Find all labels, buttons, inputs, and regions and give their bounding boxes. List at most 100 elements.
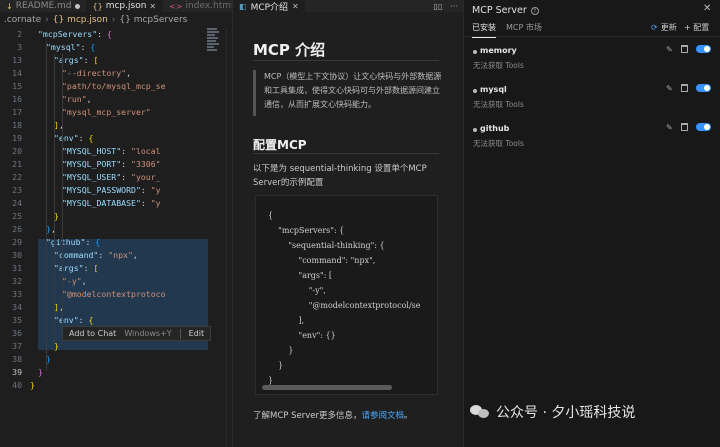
preview-tabbar: ◧ MCP介绍 ✕ ▯▯ ··· [233, 0, 463, 13]
delete-icon[interactable] [681, 84, 688, 92]
line-number: 16 [12, 94, 22, 104]
breadcrumb-item[interactable]: {} mcp.json [53, 15, 108, 25]
close-icon[interactable]: ✕ [703, 3, 711, 14]
close-icon[interactable]: ✕ [292, 2, 299, 11]
tab-mcp-json[interactable]: {} mcp.json ✕ [86, 0, 164, 12]
edit-button[interactable]: Edit [189, 329, 205, 338]
code-block-scrollbar[interactable] [262, 385, 392, 390]
line-number: 40 [12, 380, 22, 390]
code-text: "env": { [54, 133, 94, 143]
refresh-button[interactable]: ⟳ 更新 [651, 22, 677, 33]
edit-icon[interactable]: ✎ [666, 84, 673, 93]
code-text: "mysql_mcp_server" [62, 107, 151, 117]
code-text: "MYSQL_DATABASE": "y [62, 198, 161, 208]
code-block[interactable]: { "mcpServers": { "sequential-thinking":… [255, 195, 438, 395]
delete-icon[interactable] [681, 45, 688, 53]
chevron-right-icon: › [111, 15, 116, 25]
indent-guide [46, 41, 47, 371]
code-block-line: "command": "npx", [268, 256, 376, 265]
code-line: 34], [0, 301, 232, 314]
code-block-line: "mcpServers": { [268, 226, 345, 235]
enable-toggle[interactable] [696, 84, 711, 92]
footer-text: 了解MCP Server更多信息，请参阅文档。 [253, 409, 413, 421]
tab-label: README.md [15, 1, 72, 11]
line-number: 3 [17, 42, 22, 52]
breadcrumb-item[interactable]: .cornate [4, 15, 41, 25]
edit-icon[interactable]: ✎ [666, 123, 673, 132]
code-block-line: { [268, 211, 274, 220]
code-line: 19 "env": { [0, 132, 232, 145]
html-icon: <> [169, 1, 183, 11]
add-to-chat-button[interactable]: Add to Chat [69, 329, 116, 338]
code-line: 22 "MYSQL_USER": "your_ [0, 171, 232, 184]
watermark: 公众号 · 夕小瑶科技说 [470, 402, 635, 422]
divider [179, 328, 181, 339]
line-number: 29 [12, 237, 22, 247]
server-item-memory: memory 无法获取 Tools ✎ [470, 45, 715, 76]
more-icon[interactable]: ··· [450, 2, 458, 11]
code-text: } [30, 380, 35, 390]
unsaved-dot-icon [74, 3, 80, 9]
divider [253, 60, 439, 61]
delete-icon[interactable] [681, 123, 688, 131]
code-block-line: "args": [ [268, 271, 333, 280]
breadcrumb: .cornate › {} mcp.json › {} mcpServers [0, 12, 232, 28]
code-text: "command": "npx", [54, 250, 138, 260]
code-block-line: "env": {} [268, 331, 336, 340]
line-number: 25 [12, 211, 22, 221]
edit-icon[interactable]: ✎ [666, 45, 673, 54]
code-area[interactable]: 2 "mcpServers": {3 "mysql": {13 "args": [14… [0, 28, 232, 390]
code-line: 24 "MYSQL_DATABASE": "y [0, 197, 232, 210]
add-config-button[interactable]: + 配置 [684, 22, 709, 33]
watermark-text: 公众号 · 夕小瑶科技说 [496, 405, 636, 421]
line-number: 14 [12, 68, 22, 78]
line-number: 24 [12, 198, 22, 208]
line-number: 30 [12, 250, 22, 260]
help-icon[interactable]: ? [530, 6, 539, 15]
code-line: 37} [0, 340, 232, 353]
code-text: "@modelcontextprotoco [62, 289, 166, 299]
line-number: 36 [12, 328, 22, 338]
tab-label: index.html [185, 1, 232, 11]
line-number: 33 [12, 289, 22, 299]
markdown-icon: ↓ [6, 1, 13, 11]
add-to-chat-widget: Add to Chat Windows+Y Edit [62, 326, 212, 341]
code-line: 14 "--directory", [0, 67, 232, 80]
enable-toggle[interactable] [696, 123, 711, 131]
enable-toggle[interactable] [696, 45, 711, 53]
minimap[interactable] [207, 28, 221, 58]
editor-tabbar: ↓ README.md {} mcp.json ✕ <> index.html [0, 0, 232, 12]
code-line: 13 "args": [ [0, 54, 232, 67]
divider [463, 36, 720, 37]
docs-link[interactable]: 请参阅文档 [361, 411, 404, 421]
code-block-line: } [268, 361, 284, 370]
server-item-github: github 无法获取 Tools ✎ [470, 123, 715, 154]
section-heading: 配置MCP [253, 138, 307, 152]
code-text: "path/to/mysql_mcp_se [62, 81, 166, 91]
tab-mcp-intro[interactable]: ◧ MCP介绍 ✕ [233, 0, 305, 13]
chevron-right-icon: › [45, 15, 49, 25]
server-status: 无法获取 Tools [473, 61, 524, 70]
panel-title-text: MCP Server [472, 5, 527, 16]
code-line: 29 "github": { [0, 236, 232, 249]
code-text: "mcpServers": { [38, 29, 112, 39]
code-line: 15 "path/to/mysql_mcp_se [0, 80, 232, 93]
close-icon[interactable]: ✕ [149, 2, 156, 11]
line-number: 17 [12, 107, 22, 117]
line-number: 2 [17, 29, 22, 39]
code-line: 16 "run", [0, 93, 232, 106]
breadcrumb-item[interactable]: {} mcpServers [119, 15, 187, 25]
code-text: "MYSQL_HOST": "local [62, 146, 161, 156]
line-number: 23 [12, 185, 22, 195]
code-line: 31 "args": [ [0, 262, 232, 275]
panel-title: MCP Server ? [472, 5, 539, 16]
tab-index-html[interactable]: <> index.html [163, 0, 232, 12]
code-block-line: ], [268, 316, 305, 325]
tab-readme[interactable]: ↓ README.md [0, 0, 87, 12]
code-line: 21 "MYSQL_PORT": "3306" [0, 158, 232, 171]
server-item-mysql: mysql 无法获取 Tools ✎ [470, 84, 715, 115]
line-number: 21 [12, 159, 22, 169]
split-editor-icon[interactable]: ▯▯ [434, 2, 443, 11]
code-line: 26}, [0, 223, 232, 236]
refresh-label: 更新 [660, 23, 677, 32]
